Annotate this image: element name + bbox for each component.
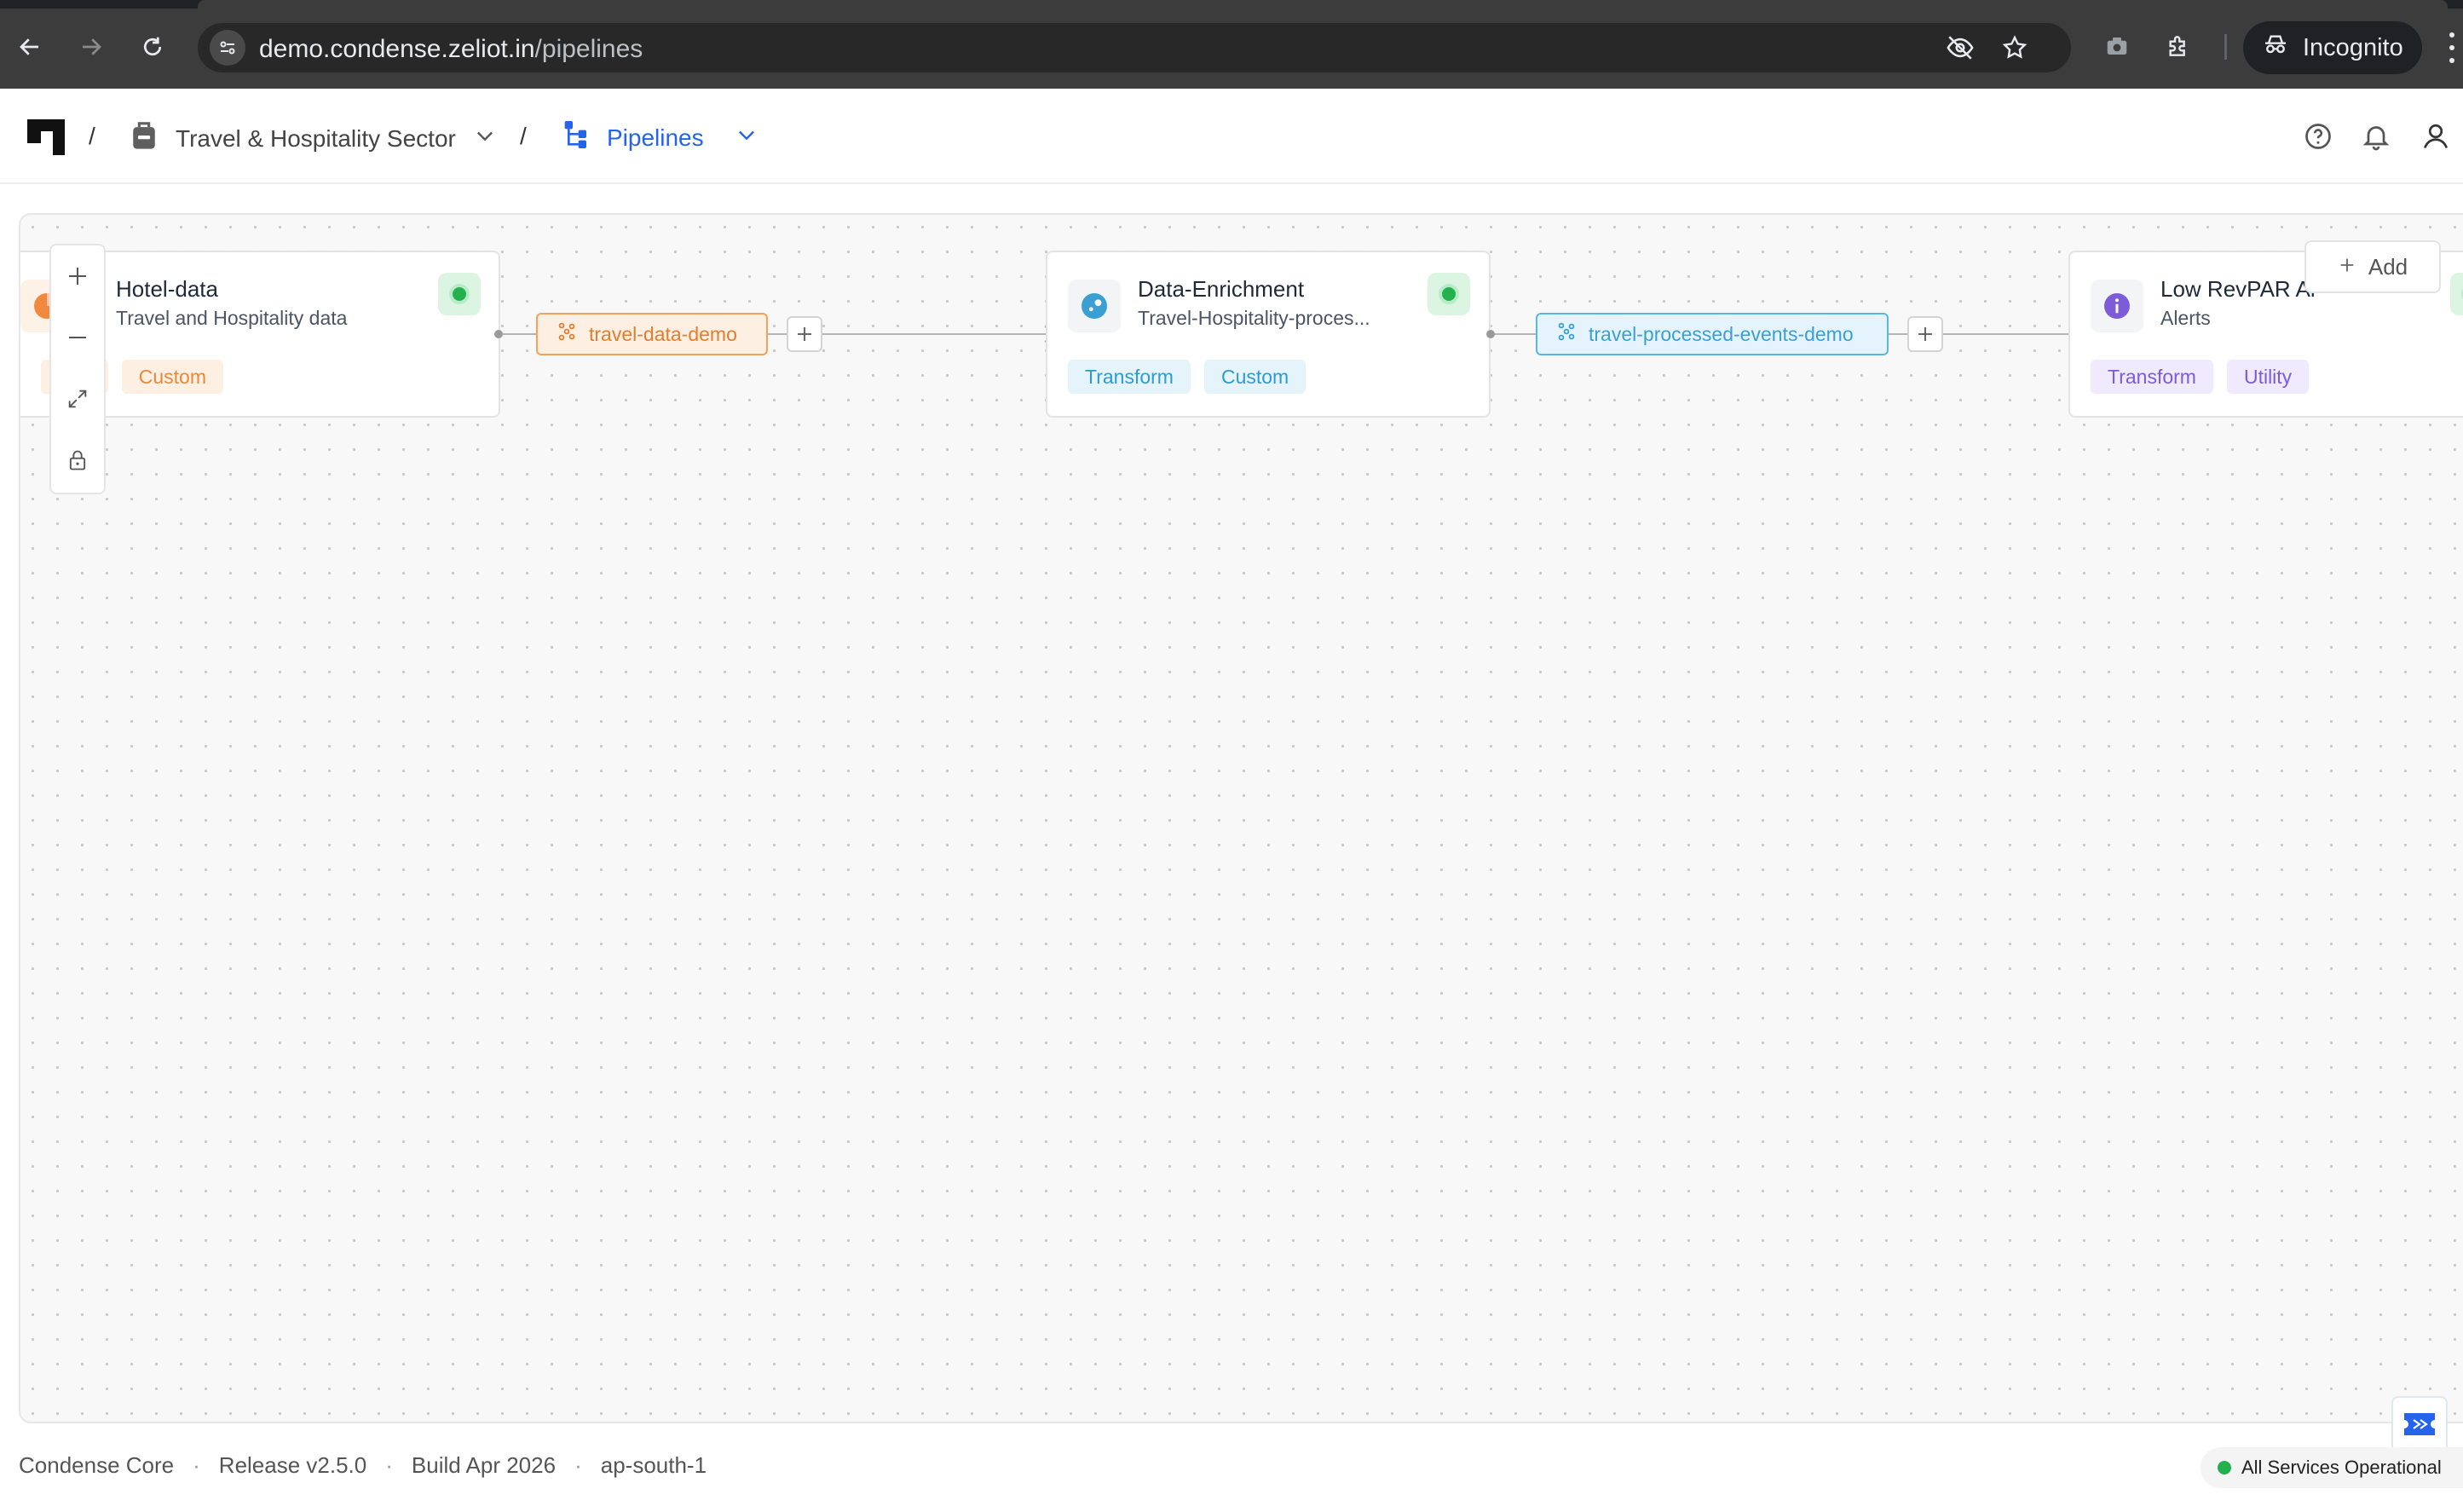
incognito-label: Incognito	[2303, 33, 2403, 61]
app-header: / Travel & Hospitality Sector / Pipeline…	[0, 89, 2463, 184]
help-icon[interactable]	[2299, 118, 2337, 155]
zoom-out-icon[interactable]	[51, 307, 104, 368]
status-dot	[2218, 1461, 2231, 1474]
transform-icon	[1068, 280, 1121, 332]
active-tab[interactable]	[198, 0, 2448, 9]
pipeline-tree-icon	[562, 119, 590, 156]
url-path: /pipelines	[534, 35, 643, 63]
topic-label: travel-data-demo	[589, 322, 737, 345]
services-status-badge[interactable]: All Services Operational	[2201, 1447, 2463, 1488]
camera-icon[interactable]	[2100, 29, 2134, 63]
node-subtitle: Alerts	[2160, 307, 2211, 329]
chevron-down-icon	[735, 123, 759, 153]
info-icon	[2091, 280, 2143, 332]
page-name: Pipelines	[607, 124, 704, 151]
topic-travel-processed-events-demo[interactable]: travel-processed-events-demo	[1536, 313, 1889, 355]
node-status-indicator	[438, 273, 481, 315]
forward-arrow-icon[interactable]	[70, 26, 112, 68]
node-subtitle: Travel-Hospitality-proces...	[1138, 307, 1370, 329]
edge-line	[822, 333, 1049, 335]
tab-strip	[0, 0, 2463, 9]
app-root: demo.condense.zeliot.in/pipelines Incogn…	[0, 0, 2463, 1512]
node-tag: Utility	[2226, 360, 2310, 394]
breadcrumb-organization[interactable]: Travel & Hospitality Sector	[130, 119, 497, 158]
add-label: Add	[2368, 253, 2408, 280]
topic-label: travel-processed-events-demo	[1589, 322, 1854, 345]
edge-line	[1889, 333, 1907, 335]
organization-name: Travel & Hospitality Sector	[176, 124, 456, 152]
node-title: Hotel-data	[116, 276, 218, 302]
node-tag: Transform	[2091, 360, 2213, 394]
incognito-icon	[2262, 31, 2289, 65]
incognito-profile-button[interactable]: Incognito	[2243, 21, 2422, 74]
lock-icon[interactable]	[51, 430, 104, 491]
node-title: Low RevPAR Al	[2160, 276, 2316, 302]
node-tag: Custom	[1203, 360, 1306, 394]
fit-view-icon[interactable]	[51, 368, 104, 430]
services-status-text: All Services Operational	[2241, 1457, 2442, 1478]
extensions-icon[interactable]	[2161, 29, 2195, 63]
user-icon[interactable]	[2417, 118, 2454, 155]
back-arrow-icon[interactable]	[9, 26, 51, 68]
breadcrumb-separator: /	[520, 123, 527, 149]
url-text: demo.condense.zeliot.in/pipelines	[259, 35, 643, 64]
site-settings-icon[interactable]	[210, 30, 245, 66]
eye-off-icon[interactable]	[1945, 32, 1976, 63]
product-name: Condense Core	[19, 1452, 175, 1478]
browser-toolbar: demo.condense.zeliot.in/pipelines Incogn…	[0, 0, 2463, 89]
plus-icon	[2338, 254, 2356, 280]
node-subtitle: Travel and Hospitality data	[116, 307, 348, 329]
chevron-down-icon	[473, 124, 497, 153]
condense-logo[interactable]	[27, 119, 65, 155]
kebab-menu-icon[interactable]	[2448, 32, 2456, 63]
address-bar[interactable]: demo.condense.zeliot.in/pipelines	[198, 23, 2071, 72]
add-step-button[interactable]	[787, 316, 822, 352]
footer-separator: ·	[574, 1452, 582, 1478]
bell-icon[interactable]	[2357, 118, 2395, 155]
footer-separator: ·	[193, 1452, 200, 1478]
add-node-button[interactable]: Add	[2304, 240, 2441, 293]
zoom-in-icon[interactable]	[51, 245, 104, 307]
pipeline-canvas[interactable]: Hotel-data Travel and Hospitality data n…	[19, 213, 2463, 1423]
url-host: demo.condense.zeliot.in	[259, 35, 535, 63]
star-icon[interactable]	[1999, 32, 2030, 63]
node-tag: Transform	[1068, 360, 1191, 394]
node-status-indicator	[1428, 273, 1470, 315]
breadcrumb-pipelines[interactable]: Pipelines	[562, 119, 759, 156]
feedback-ticket-icon[interactable]	[2391, 1396, 2448, 1452]
region: ap-south-1	[600, 1452, 707, 1478]
footer: Condense Core · Release v2.5.0 · Build A…	[19, 1452, 707, 1479]
breadcrumb-separator: /	[89, 123, 95, 149]
briefcase-icon	[130, 119, 159, 158]
node-status-indicator	[2450, 273, 2463, 315]
footer-separator: ·	[385, 1452, 393, 1478]
topic-icon	[557, 321, 577, 347]
pipeline-node-data-enrichment[interactable]: Data-Enrichment Travel-Hospitality-proce…	[1046, 251, 1491, 418]
node-title: Data-Enrichment	[1138, 276, 1305, 302]
add-step-button[interactable]	[1907, 316, 1943, 352]
edge-source-handle[interactable]	[1486, 330, 1495, 338]
release-version: Release v2.5.0	[218, 1452, 367, 1478]
toolbar-divider	[2224, 34, 2227, 60]
edge-line	[1943, 333, 2079, 335]
edge-source-handle[interactable]	[494, 330, 503, 338]
node-tag: Custom	[121, 360, 224, 394]
topic-travel-data-demo[interactable]: travel-data-demo	[536, 313, 768, 355]
build-date: Build Apr 2026	[411, 1452, 557, 1478]
reload-icon[interactable]	[131, 26, 174, 68]
topic-icon	[1556, 321, 1577, 347]
zoom-controls	[49, 244, 106, 494]
edge-line	[768, 333, 787, 335]
